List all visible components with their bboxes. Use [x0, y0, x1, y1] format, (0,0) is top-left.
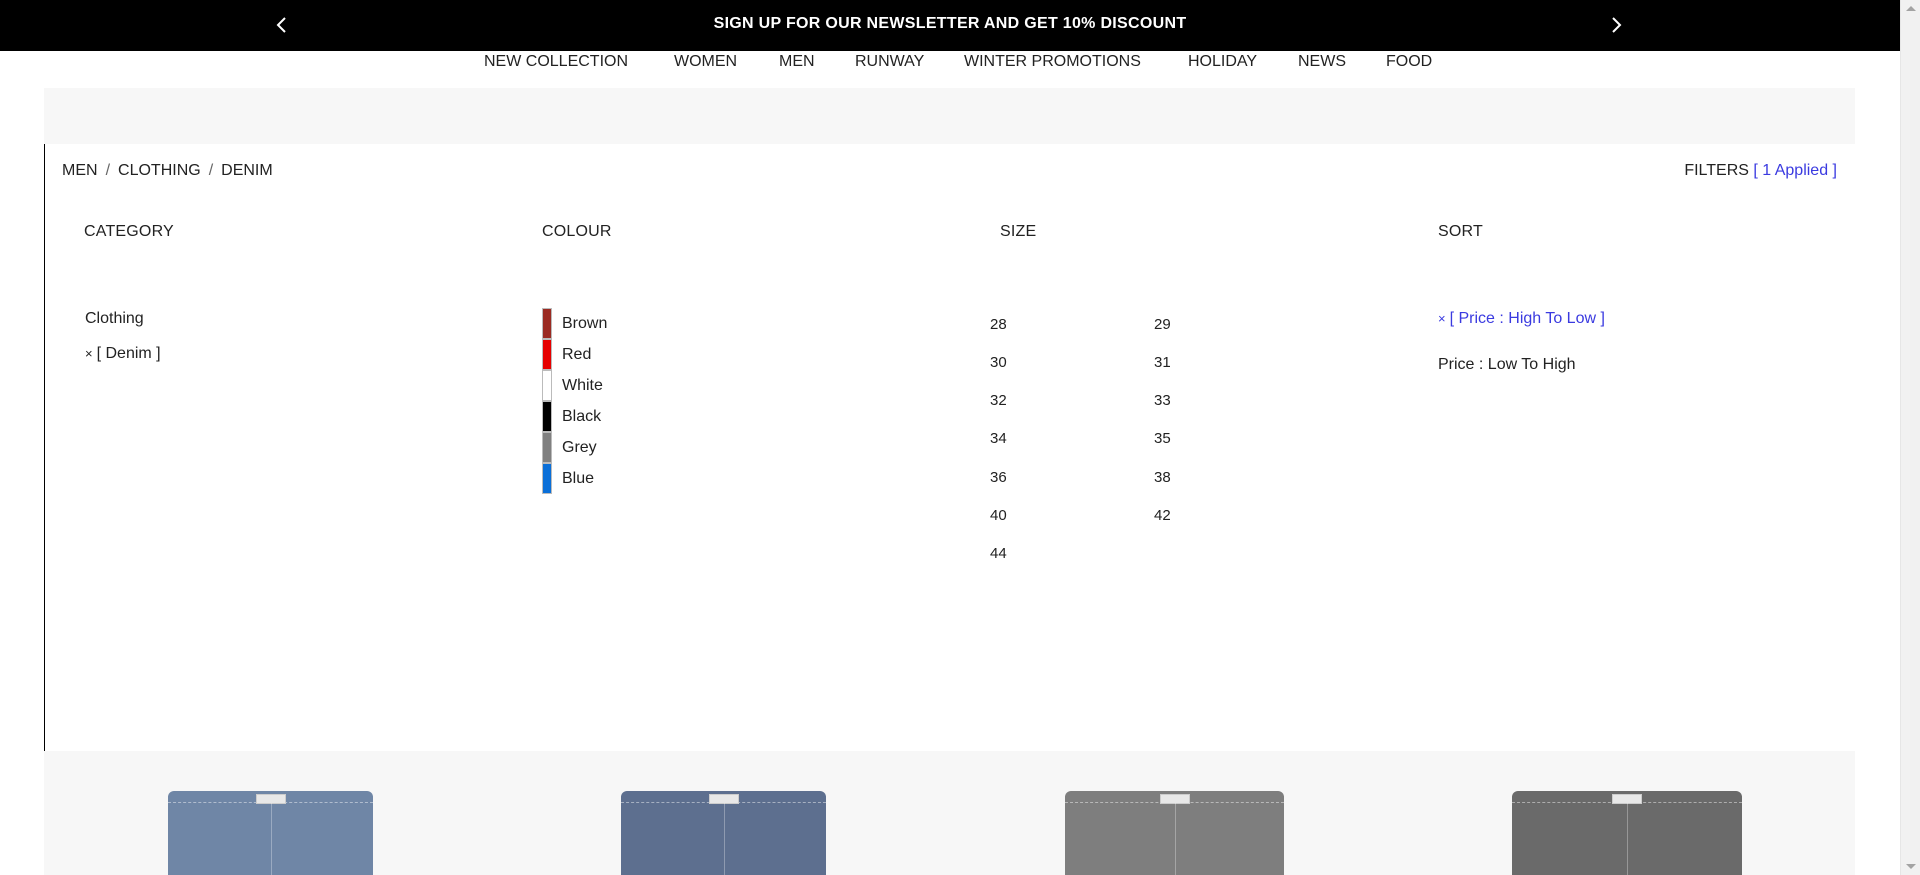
product-card[interactable] [621, 791, 826, 875]
size-option-35[interactable]: 35 [1154, 430, 1171, 447]
nav-item-women[interactable]: WOMEN [674, 53, 737, 71]
size-option-30[interactable]: 30 [990, 354, 1007, 371]
product-card[interactable] [1065, 791, 1284, 875]
colour-label: Grey [562, 438, 597, 456]
filters-toggle[interactable]: FILTERS [ 1 Applied ] [1684, 162, 1837, 180]
size-option-34[interactable]: 34 [990, 430, 1007, 447]
nav-item-news[interactable]: NEWS [1298, 53, 1346, 71]
colour-option-red[interactable]: Red [542, 339, 591, 370]
size-option-42[interactable]: 42 [1154, 507, 1171, 524]
size-option-44[interactable]: 44 [990, 545, 1007, 562]
filter-panel: MEN / CLOTHING / DENIM FILTERS [ 1 Applied ]… [44, 144, 1855, 751]
remove-sort-icon[interactable]: × [1438, 311, 1446, 326]
nav-item-new-collection[interactable]: NEW COLLECTION [484, 53, 628, 71]
nav-item-men[interactable]: MEN [779, 53, 815, 71]
colour-option-blue[interactable]: Blue [542, 463, 594, 494]
colour-option-white[interactable]: White [542, 370, 603, 401]
scroll-up-icon[interactable] [1906, 6, 1916, 11]
breadcrumb: MEN / CLOTHING / DENIM [62, 162, 273, 180]
sort-option-low-to-high[interactable]: Price : Low To High [1438, 356, 1576, 374]
nav-item-winter-promotions[interactable]: WINTER PROMOTIONS [964, 53, 1141, 71]
colour-swatch [542, 401, 552, 432]
breadcrumb-separator: / [208, 162, 214, 179]
colour-swatch [542, 463, 552, 494]
size-option-32[interactable]: 32 [990, 392, 1007, 409]
product-card[interactable] [1512, 791, 1742, 875]
product-card[interactable] [168, 791, 373, 875]
colour-heading: COLOUR [542, 223, 612, 240]
filters-label: FILTERS [1684, 162, 1749, 179]
category-option-clothing[interactable]: Clothing [85, 310, 144, 328]
colour-label: Brown [562, 314, 608, 332]
product-image [621, 791, 826, 875]
size-option-29[interactable]: 29 [1154, 316, 1171, 333]
category-heading: CATEGORY [84, 223, 174, 240]
sort-selected-label: [ Price : High To Low ] [1449, 310, 1605, 327]
colour-swatch [542, 432, 552, 463]
size-option-33[interactable]: 33 [1154, 392, 1171, 409]
product-image [168, 791, 373, 875]
colour-option-brown[interactable]: Brown [542, 308, 607, 339]
colour-label: Black [562, 407, 602, 425]
colour-option-grey[interactable]: Grey [542, 432, 597, 463]
product-image [1512, 791, 1742, 875]
size-option-40[interactable]: 40 [990, 507, 1007, 524]
colour-swatch [542, 339, 552, 370]
product-grid [44, 751, 1855, 875]
colour-label: Red [562, 345, 592, 363]
hero-placeholder [44, 88, 1855, 144]
nav-item-food[interactable]: FOOD [1386, 53, 1432, 71]
size-option-31[interactable]: 31 [1154, 354, 1171, 371]
product-image [1065, 791, 1284, 875]
size-option-28[interactable]: 28 [990, 316, 1007, 333]
filters-applied-count: [ 1 Applied ] [1753, 162, 1837, 179]
main-nav: NEW COLLECTION WOMEN MEN RUNWAY WINTER P… [0, 51, 1900, 87]
colour-label: White [562, 376, 603, 394]
nav-item-holiday[interactable]: HOLIDAY [1188, 53, 1257, 71]
page-scrollbar[interactable] [1900, 0, 1920, 875]
breadcrumb-separator: / [105, 162, 111, 179]
scroll-down-icon[interactable] [1906, 864, 1916, 869]
colour-swatch [542, 308, 552, 339]
nav-item-runway[interactable]: RUNWAY [855, 53, 924, 71]
breadcrumb-denim[interactable]: DENIM [221, 162, 273, 179]
remove-filter-icon[interactable]: × [85, 346, 93, 361]
newsletter-banner: SIGN UP FOR OUR NEWSLETTER AND GET 10% D… [0, 0, 1900, 51]
colour-label: Blue [562, 469, 595, 487]
breadcrumb-men[interactable]: MEN [62, 162, 98, 179]
breadcrumb-clothing[interactable]: CLOTHING [118, 162, 201, 179]
chevron-right-icon[interactable] [1604, 13, 1628, 37]
sort-selected-high-to-low[interactable]: ×[ Price : High To Low ] [1438, 310, 1605, 328]
size-option-38[interactable]: 38 [1154, 469, 1171, 486]
size-heading: SIZE [1000, 223, 1037, 240]
colour-option-black[interactable]: Black [542, 401, 601, 432]
size-option-36[interactable]: 36 [990, 469, 1007, 486]
colour-swatch [542, 370, 552, 401]
category-selected-label: [ Denim ] [96, 345, 161, 362]
category-selected-denim[interactable]: ×[ Denim ] [85, 345, 161, 363]
sort-heading: SORT [1438, 223, 1483, 240]
